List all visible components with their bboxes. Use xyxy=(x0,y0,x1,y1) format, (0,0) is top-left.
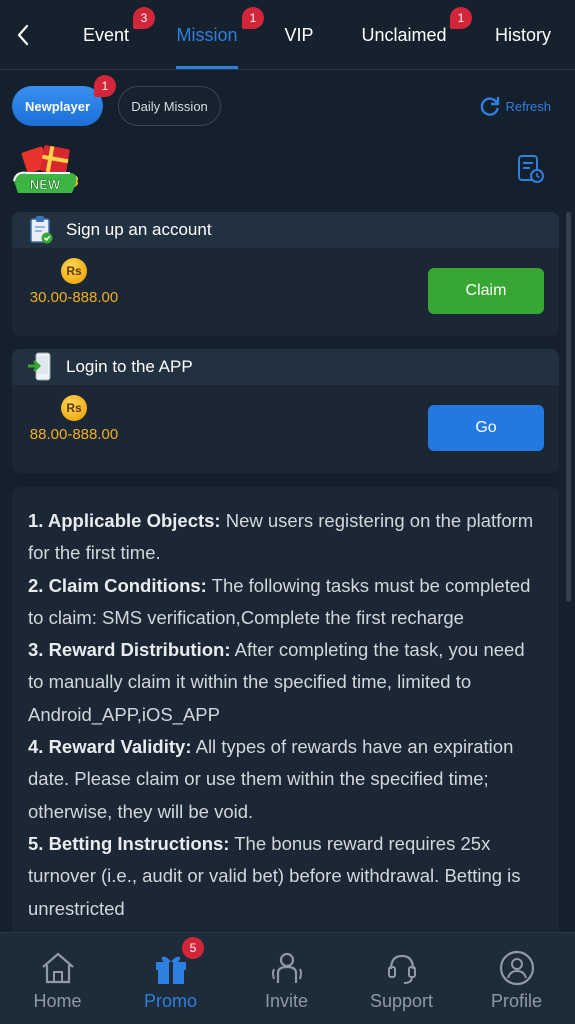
mission-card-signup: Sign up an account Rs 30.00-888.00 Claim xyxy=(12,212,559,336)
mission-reward: 88.00-888.00 xyxy=(29,426,119,443)
new-logo-text: NEW xyxy=(30,177,61,192)
promo-badge: 5 xyxy=(182,937,204,959)
rule-item: 3. Reward Distribution: After completing… xyxy=(28,639,525,725)
new-promo-logo-icon: NEW xyxy=(13,145,78,193)
chevron-left-icon xyxy=(17,24,29,46)
go-button[interactable]: Go xyxy=(428,405,544,451)
tab-unclaimed-badge: 1 xyxy=(450,7,472,29)
clipboard-check-icon xyxy=(30,216,53,244)
record-history-icon[interactable] xyxy=(515,154,545,184)
newplayer-badge: 1 xyxy=(94,75,116,97)
tab-mission-badge: 1 xyxy=(242,7,264,29)
home-icon xyxy=(41,952,74,984)
refresh-icon xyxy=(481,96,500,116)
bottom-nav: Home Promo 5 Invite Support Profile xyxy=(0,932,575,1024)
nav-home[interactable]: Home xyxy=(0,933,115,1024)
tab-unclaimed[interactable]: Unclaimed xyxy=(356,0,452,70)
mission-reward: 30.00-888.00 xyxy=(29,289,119,306)
claim-button[interactable]: Claim xyxy=(428,268,544,314)
nav-profile[interactable]: Profile xyxy=(459,933,574,1024)
tab-newplayer[interactable]: Newplayer xyxy=(12,86,103,126)
back-button[interactable] xyxy=(6,15,40,55)
rule-item: 4. Reward Validity: All types of rewards… xyxy=(28,736,514,822)
tab-history[interactable]: History xyxy=(488,0,558,70)
mission-card-header: Login to the APP xyxy=(12,349,559,385)
rule-item: 5. Betting Instructions: The bonus rewar… xyxy=(28,832,521,919)
tab-event[interactable]: Event xyxy=(72,0,140,70)
scrollbar-thumb[interactable] xyxy=(566,212,571,602)
tab-daily-mission[interactable]: Daily Mission xyxy=(118,86,221,126)
rupee-coin-icon: Rs xyxy=(61,395,87,421)
tab-vip[interactable]: VIP xyxy=(276,0,322,70)
mission-card-header: Sign up an account xyxy=(12,212,559,248)
rupee-coin-icon: Rs xyxy=(61,258,87,284)
profile-icon xyxy=(499,950,534,986)
tab-mission[interactable]: Mission xyxy=(170,0,244,70)
headset-icon xyxy=(387,954,416,984)
mission-card-login: Login to the APP Rs 88.00-888.00 Go xyxy=(12,349,559,473)
rule-item: 2. Claim Conditions: The following tasks… xyxy=(28,574,531,628)
nav-promo[interactable]: Promo xyxy=(113,933,228,1024)
invite-icon xyxy=(271,952,302,983)
mission-title: Sign up an account xyxy=(66,220,212,239)
refresh-button[interactable]: Refresh xyxy=(479,94,551,118)
top-tab-bar: Event 3 Mission 1 VIP Unclaimed 1 Histor… xyxy=(0,0,575,70)
mission-title: Login to the APP xyxy=(66,357,193,376)
tab-event-badge: 3 xyxy=(133,7,155,29)
rules-panel: 1. Applicable Objects: New users registe… xyxy=(12,487,559,947)
rule-item: 1. Applicable Objects: New users registe… xyxy=(28,510,534,564)
phone-login-icon xyxy=(28,352,51,381)
nav-support[interactable]: Support xyxy=(344,933,459,1024)
nav-invite[interactable]: Invite xyxy=(229,933,344,1024)
